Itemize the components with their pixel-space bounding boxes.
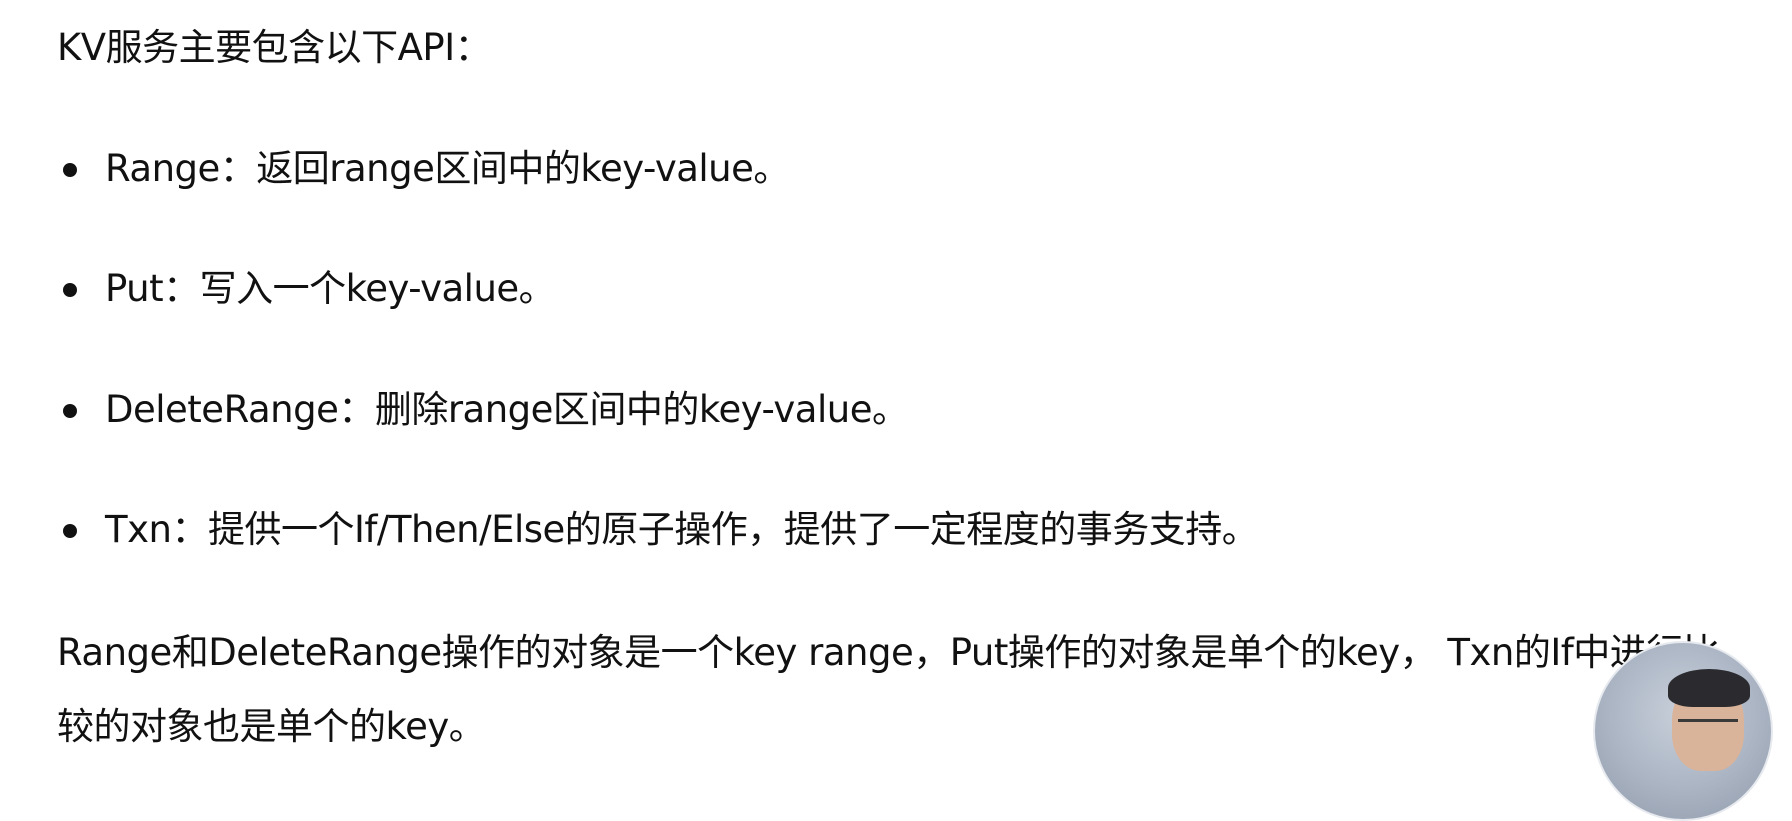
presenter-webcam-overlay [1593, 641, 1773, 821]
intro-heading: KV服务主要包含以下API： [57, 26, 492, 69]
bullet-icon [63, 404, 77, 418]
presenter-glasses [1678, 719, 1738, 734]
presenter-hair [1668, 669, 1750, 707]
bullet-text: DeleteRange：删除range区间中的key-value。 [105, 388, 909, 431]
summary-line-1: Range和DeleteRange操作的对象是一个key range，Put操作… [57, 631, 1720, 674]
bullet-icon [63, 163, 77, 177]
bullet-text: Put：写入一个key-value。 [105, 267, 556, 310]
summary-line-2: 较的对象也是单个的key。 [57, 705, 486, 748]
bullet-icon [63, 283, 77, 297]
bullet-text: Txn：提供一个If/Then/Else的原子操作，提供了一定程度的事务支持。 [105, 508, 1259, 551]
bullet-icon [63, 524, 77, 538]
bullet-text: Range：返回range区间中的key-value。 [105, 147, 790, 190]
